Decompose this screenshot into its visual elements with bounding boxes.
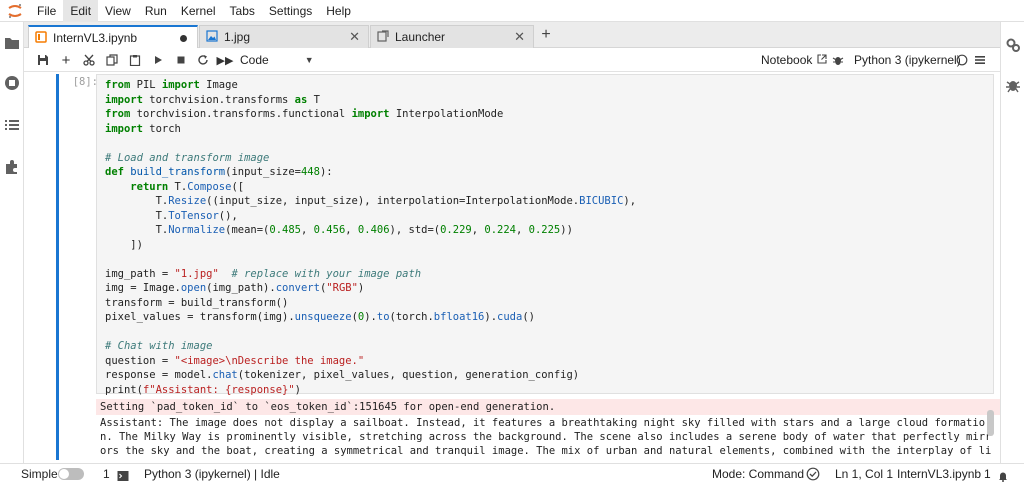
launcher-icon <box>377 29 389 45</box>
running-kernels-icon[interactable] <box>3 74 21 92</box>
code-line: def build_transform(input_size=448): <box>105 166 333 178</box>
right-sidebar <box>1000 22 1024 463</box>
restart-icon[interactable] <box>194 51 212 69</box>
execution-count: [8]: <box>72 76 98 88</box>
code-line: print(f"Assistant: {response}") <box>105 383 301 395</box>
open-in-notebook-button[interactable]: Notebook <box>761 51 827 69</box>
add-cell-icon[interactable]: + <box>57 51 75 69</box>
close-icon[interactable]: ✕ <box>514 29 525 45</box>
stderr-line: Setting `pad_token_id` to `eos_token_id`… <box>100 401 556 413</box>
notebook-panel: [8]: from PIL import Image import torchv… <box>24 72 1000 463</box>
bell-icon[interactable] <box>997 468 1009 482</box>
trusted-check-icon[interactable] <box>806 467 820 481</box>
kernel-name-button[interactable]: Python 3 (ipykernel) <box>854 51 961 69</box>
fast-forward-icon[interactable]: ▶▶ <box>216 51 234 69</box>
cut-icon[interactable] <box>80 51 98 69</box>
code-line: T.Resize((input_size, input_size), inter… <box>105 195 637 207</box>
table-of-contents-icon[interactable] <box>3 116 21 134</box>
notebook-icon <box>35 30 47 46</box>
menu-settings[interactable]: Settings <box>262 0 319 22</box>
cell-type-value: Code <box>240 53 269 67</box>
code-line: pixel_values = transform(img).unsqueeze(… <box>105 311 535 323</box>
menu-file[interactable]: File <box>30 0 63 22</box>
left-sidebar <box>0 22 24 463</box>
paste-icon[interactable] <box>126 51 144 69</box>
file-name: InternVL3.ipynb <box>897 467 982 481</box>
code-line: return T.Compose([ <box>130 180 245 193</box>
code-line: import torch <box>105 122 181 135</box>
tab-label: Launcher <box>395 30 446 44</box>
tab-1-jpg[interactable]: 1.jpg ✕ <box>199 25 369 48</box>
notebook-toolbar: + ▶▶ Code ▼ Notebook Python 3 (ipykernel… <box>24 48 1000 72</box>
code-line: ]) <box>105 238 143 251</box>
tab-label: 1.jpg <box>224 30 251 44</box>
stdout-line: n. The Milky Way is prominently visible,… <box>100 431 992 443</box>
run-icon[interactable] <box>149 51 167 69</box>
image-icon <box>206 29 218 45</box>
unsaved-dot-icon[interactable] <box>180 34 187 42</box>
kernel-status-icon <box>956 51 968 69</box>
tab-label: InternVL3.ipynb <box>53 31 138 45</box>
simple-mode-label: Simple <box>21 467 58 481</box>
menu-edit[interactable]: Edit <box>63 0 99 22</box>
copy-icon[interactable] <box>103 51 121 69</box>
output-scrollbar[interactable] <box>987 410 994 436</box>
terminals-count[interactable]: 1 <box>103 464 110 483</box>
debugger-toggle-icon[interactable] <box>832 51 844 69</box>
tab-internvl3-notebook[interactable]: InternVL3.ipynb <box>28 25 198 49</box>
code-line: T.Normalize(mean=(0.485, 0.456, 0.406), … <box>105 224 573 236</box>
kernel-label: Python 3 (ipykernel) <box>854 53 961 67</box>
code-line: transform = build_transform() <box>105 296 289 309</box>
stdout-line: Assistant: The image does not display a … <box>100 417 986 429</box>
kernel-status-text[interactable]: Python 3 (ipykernel) | Idle <box>144 464 280 483</box>
notebook-label: Notebook <box>761 53 813 67</box>
code-line: # Chat with image <box>105 340 213 352</box>
command-mode-text: Mode: Command <box>712 467 805 481</box>
active-cell-indicator <box>56 74 59 460</box>
code-line: img = Image.open(img_path).convert("RGB"… <box>105 282 365 294</box>
menu-help[interactable]: Help <box>319 0 358 22</box>
cell-output: Setting `pad_token_id` to `eos_token_id`… <box>96 399 1000 463</box>
code-line: import torchvision.transforms as T <box>105 93 320 106</box>
code-line: response = model.chat(tokenizer, pixel_v… <box>105 369 580 381</box>
menu-bar: File Edit View Run Kernel Tabs Settings … <box>0 0 1024 22</box>
stdout-line: ors the sky and the boat, creating a sym… <box>100 445 992 457</box>
folder-icon[interactable] <box>3 34 21 52</box>
code-line: question = "<image>\nDescribe the image.… <box>105 354 365 367</box>
code-line: from PIL import Image <box>105 79 238 91</box>
extensions-icon[interactable] <box>3 158 21 176</box>
add-tab-button[interactable]: + <box>536 25 556 47</box>
close-icon[interactable]: ✕ <box>349 29 360 45</box>
code-line: img_path = "1.jpg" # replace with your i… <box>105 267 422 280</box>
menu-kernel[interactable]: Kernel <box>174 0 223 22</box>
menu-run[interactable]: Run <box>138 0 174 22</box>
property-inspector-icon[interactable] <box>1004 36 1022 54</box>
status-bar: Simple 1 Python 3 (ipykernel) | Idle Mod… <box>0 463 1024 483</box>
toggle-knob <box>59 469 69 479</box>
cell-type-dropdown[interactable]: Code ▼ <box>240 51 320 69</box>
external-link-icon <box>817 53 827 67</box>
code-line: from torchvision.transforms.functional i… <box>105 108 504 120</box>
menu-view[interactable]: View <box>98 0 138 22</box>
code-editor[interactable]: from PIL import Image import torchvision… <box>96 74 994 395</box>
chevron-down-icon: ▼ <box>304 55 314 65</box>
save-icon[interactable] <box>34 51 52 69</box>
terminal-icon <box>117 468 129 481</box>
cursor-position[interactable]: Ln 1, Col 1 <box>835 464 893 483</box>
notifications-count[interactable]: 1 <box>984 464 991 483</box>
jupyter-logo-icon <box>0 0 30 22</box>
simple-mode-toggle[interactable] <box>58 468 84 480</box>
tab-bar: InternVL3.ipynb 1.jpg ✕ Launcher ✕ + <box>24 22 1000 49</box>
tab-launcher[interactable]: Launcher ✕ <box>370 25 534 48</box>
menu-tabs[interactable]: Tabs <box>223 0 262 22</box>
code-line: # Load and transform image <box>105 151 270 164</box>
menu-icon[interactable] <box>974 51 986 69</box>
debugger-icon[interactable] <box>1004 76 1022 94</box>
code-line: T.ToTensor(), <box>105 209 238 222</box>
stop-icon[interactable] <box>172 51 190 69</box>
